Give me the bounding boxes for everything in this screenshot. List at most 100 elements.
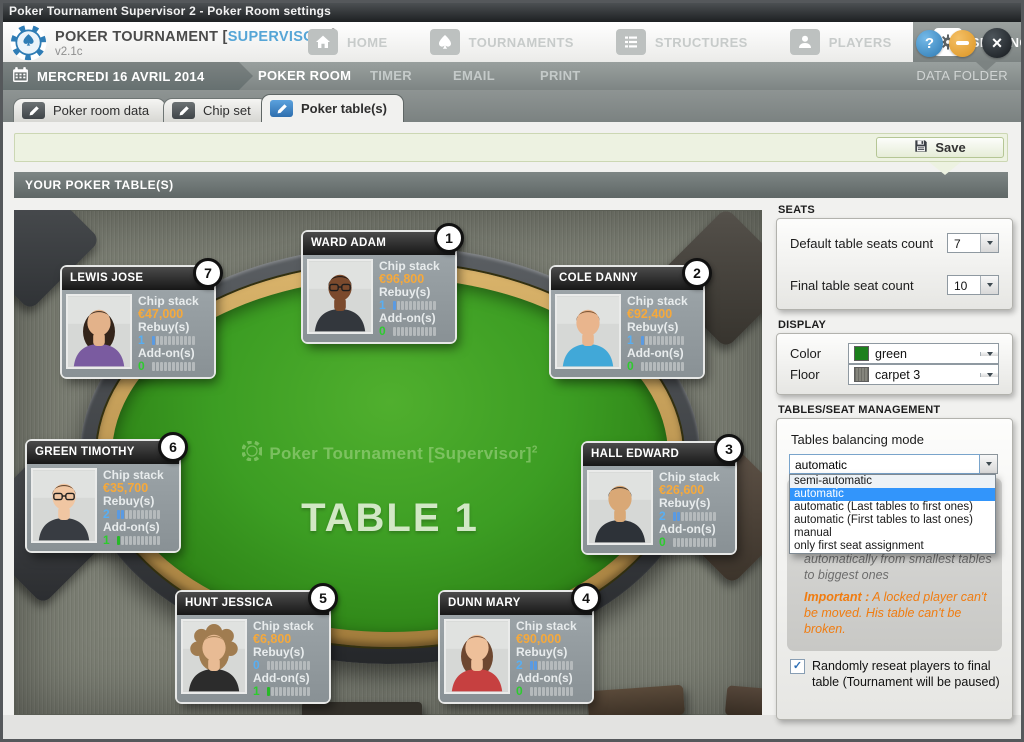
- subnav-item-poker-room[interactable]: POKER ROOM: [258, 62, 351, 90]
- player-card-cole-danny[interactable]: COLE DANNY2Chip stack€92,400Rebuy(s)1Add…: [551, 267, 703, 377]
- subnav-item-email[interactable]: EMAIL: [453, 62, 495, 90]
- tick: [295, 687, 298, 696]
- tick: [271, 687, 274, 696]
- select-default-table-seats-count[interactable]: 7: [947, 233, 999, 253]
- player-photo: [587, 470, 653, 545]
- balancing-option-semi-automatic[interactable]: semi-automatic: [790, 475, 995, 488]
- player-card-body: Chip stack€92,400Rebuy(s)1Add-on(s)0: [551, 290, 703, 377]
- balancing-option-automatic-last-tables-to-first-ones[interactable]: automatic (Last tables to first ones): [790, 501, 995, 514]
- addon-count-row: 0: [516, 685, 577, 698]
- tick: [661, 362, 664, 371]
- tick: [267, 687, 270, 696]
- balancing-options-list: semi-automaticautomaticautomatic (Last t…: [789, 474, 996, 554]
- balancing-mode-select[interactable]: automatic: [789, 454, 998, 474]
- tick: [689, 512, 692, 521]
- nav-item-players[interactable]: PLAYERS: [769, 22, 913, 62]
- addon-count-row: 0: [379, 325, 440, 338]
- progress-ticks: [152, 336, 195, 345]
- progress-ticks: [267, 661, 310, 670]
- help-button[interactable]: ?: [916, 30, 943, 57]
- addon-count-row: 0: [138, 360, 199, 373]
- nav-item-home[interactable]: HOME: [287, 22, 409, 62]
- tab-chip-set[interactable]: Chip set: [163, 98, 268, 122]
- tick: [417, 301, 420, 310]
- player-info: Chip stack€90,000Rebuy(s)2Add-on(s)0: [516, 620, 577, 698]
- tick: [534, 661, 537, 670]
- tick: [677, 512, 680, 521]
- player-card-hunt-jessica[interactable]: HUNT JESSICA5Chip stack€6,800Rebuy(s)0Ad…: [177, 592, 329, 702]
- rebuy-label: Rebuy(s): [379, 286, 440, 299]
- tick: [117, 536, 120, 545]
- tick: [677, 362, 680, 371]
- select-color[interactable]: green: [848, 343, 999, 364]
- minimize-button[interactable]: [949, 30, 976, 57]
- save-button[interactable]: Save: [876, 137, 1004, 158]
- window-titlebar[interactable]: Poker Tournament Supervisor 2 - Poker Ro…: [0, 0, 1024, 22]
- tick: [133, 536, 136, 545]
- tick: [184, 336, 187, 345]
- calendar-icon: [12, 66, 29, 86]
- select-value: carpet 3: [875, 368, 980, 382]
- tick: [685, 512, 688, 521]
- tick: [149, 510, 152, 519]
- tick: [542, 661, 545, 670]
- chevron-down-icon: [987, 373, 993, 377]
- reseat-checkbox[interactable]: ✓: [790, 659, 805, 674]
- list-icon: [616, 29, 646, 55]
- display-row-color: Colorgreen: [790, 343, 999, 364]
- tick: [295, 661, 298, 670]
- balancing-mode-value: automatic: [789, 454, 980, 474]
- tick: [542, 687, 545, 696]
- tick: [649, 336, 652, 345]
- player-photo: [181, 619, 247, 694]
- tick: [405, 301, 408, 310]
- addon-count: 0: [379, 325, 392, 338]
- subnav-item-print[interactable]: PRINT: [540, 62, 581, 90]
- player-card-green-timothy[interactable]: GREEN TIMOTHY6Chip stack€35,700Rebuy(s)2…: [27, 441, 179, 551]
- balancing-option-automatic-first-tables-to-last-ones[interactable]: automatic (First tables to last ones): [790, 514, 995, 527]
- balancing-dropdown-button[interactable]: [980, 454, 998, 474]
- window-buttons: ? ×: [916, 27, 1012, 59]
- tick: [554, 661, 557, 670]
- player-card-ward-adam[interactable]: WARD ADAM1Chip stack€96,800Rebuy(s)1Add-…: [303, 232, 455, 342]
- poker-table-canvas: Poker Tournament [Supervisor]2 TABLE 1 W…: [14, 210, 762, 715]
- nav-item-tournaments[interactable]: TOURNAMENTS: [409, 22, 595, 62]
- dropdown-button[interactable]: [980, 234, 998, 252]
- balancing-option-manual[interactable]: manual: [790, 527, 995, 540]
- player-card-hall-edward[interactable]: HALL EDWARD3Chip stack€26,600Rebuy(s)2Ad…: [583, 443, 735, 553]
- dropdown-button[interactable]: [980, 276, 998, 294]
- settings-sidebar: SEATS Default table seats count7Final ta…: [776, 204, 1013, 720]
- player-card-dunn-mary[interactable]: DUNN MARY4Chip stack€90,000Rebuy(s)2Add-…: [440, 592, 592, 702]
- app-logo-chip-icon: [10, 24, 47, 61]
- progress-ticks: [117, 536, 160, 545]
- rebuy-label: Rebuy(s): [516, 646, 577, 659]
- balancing-option-automatic[interactable]: automatic: [790, 488, 995, 501]
- subnav-item-timer[interactable]: TIMER: [370, 62, 412, 90]
- close-button[interactable]: ×: [982, 28, 1012, 58]
- select-floor[interactable]: carpet 3: [848, 364, 999, 385]
- tick: [681, 538, 684, 547]
- seat-number-badge: 5: [308, 583, 338, 613]
- player-card-lewis-jose[interactable]: LEWIS JOSE7Chip stack€47,000Rebuy(s)1Add…: [62, 267, 214, 377]
- tab-poker-room-data[interactable]: Poker room data: [13, 98, 166, 122]
- select-final-table-seat-count[interactable]: 10: [947, 275, 999, 295]
- tick: [429, 327, 432, 336]
- nav-item-structures[interactable]: STRUCTURES: [595, 22, 769, 62]
- tick: [421, 327, 424, 336]
- tick: [172, 362, 175, 371]
- tick: [641, 362, 644, 371]
- dropdown-button[interactable]: [980, 352, 998, 356]
- tick: [117, 510, 120, 519]
- tick: [566, 687, 569, 696]
- balancing-option-only-first-seat-assignment[interactable]: only first seat assignment: [790, 540, 995, 553]
- player-info: Chip stack€26,600Rebuy(s)2Add-on(s)0: [659, 471, 720, 549]
- tick: [713, 538, 716, 547]
- tick: [673, 538, 676, 547]
- dropdown-button[interactable]: [980, 373, 998, 377]
- tick: [681, 362, 684, 371]
- display-section-title: DISPLAY: [778, 319, 1013, 331]
- tick: [693, 538, 696, 547]
- bench-tray: [302, 702, 422, 715]
- tab-poker-table-s[interactable]: Poker table(s): [261, 94, 404, 122]
- tick: [176, 362, 179, 371]
